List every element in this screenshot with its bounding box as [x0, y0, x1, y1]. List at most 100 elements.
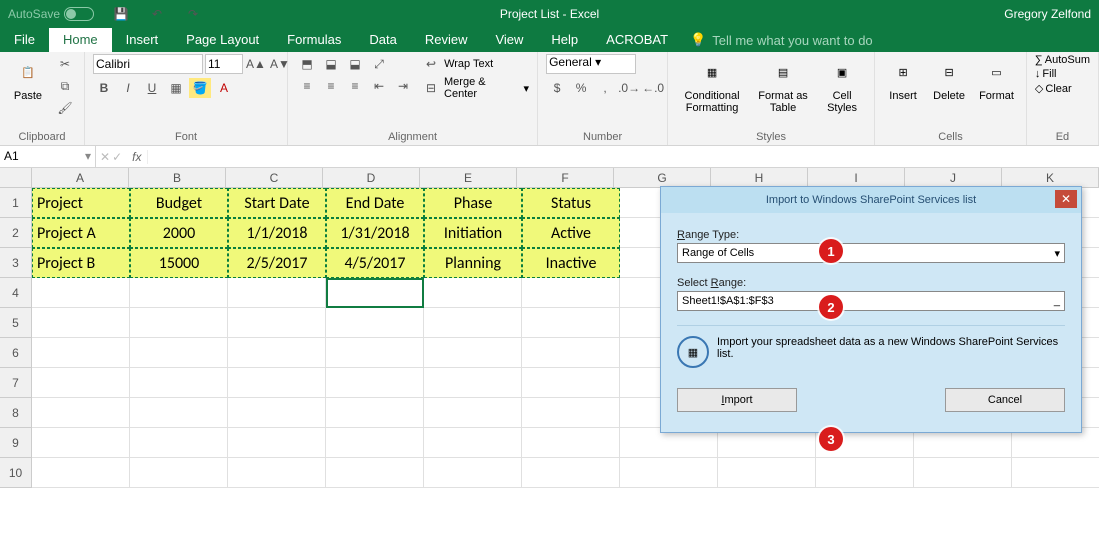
cell[interactable]: [620, 458, 718, 488]
cell[interactable]: [424, 368, 522, 398]
cell[interactable]: [1012, 458, 1099, 488]
cell[interactable]: [326, 428, 424, 458]
name-box[interactable]: A1▾: [0, 146, 96, 168]
cell[interactable]: [228, 308, 326, 338]
col-header[interactable]: H: [711, 168, 808, 188]
save-icon[interactable]: 💾: [110, 4, 132, 24]
indent-increase-icon[interactable]: ⇥: [392, 76, 414, 96]
cell[interactable]: 15000: [130, 248, 228, 278]
cell-styles-button[interactable]: ▣Cell Styles: [818, 54, 866, 116]
cell[interactable]: [424, 308, 522, 338]
cell[interactable]: Active: [522, 218, 620, 248]
cell[interactable]: [424, 278, 522, 308]
bold-button[interactable]: B: [93, 78, 115, 98]
cell[interactable]: Project: [32, 188, 130, 218]
cancel-formula-icon[interactable]: ✕: [100, 150, 110, 164]
cell[interactable]: [522, 458, 620, 488]
align-top-icon[interactable]: ⬒: [296, 54, 318, 74]
cell[interactable]: 1/31/2018: [326, 218, 424, 248]
format-cells-button[interactable]: ▭Format: [975, 54, 1018, 104]
clear-button[interactable]: ◇ Clear: [1035, 82, 1072, 95]
cell[interactable]: Planning: [424, 248, 522, 278]
tab-data[interactable]: Data: [355, 28, 410, 52]
cell[interactable]: [718, 458, 816, 488]
indent-decrease-icon[interactable]: ⇤: [368, 76, 390, 96]
cell[interactable]: 4/5/2017: [326, 248, 424, 278]
cell[interactable]: End Date: [326, 188, 424, 218]
row-header[interactable]: 7: [0, 368, 32, 398]
row-header[interactable]: 1: [0, 188, 32, 218]
number-format-combo[interactable]: General ▾: [546, 54, 636, 74]
align-center-icon[interactable]: ≡: [320, 76, 342, 96]
range-type-combo[interactable]: Range of Cells ▾: [677, 243, 1065, 263]
cell[interactable]: 2000: [130, 218, 228, 248]
dialog-titlebar[interactable]: Import to Windows SharePoint Services li…: [661, 187, 1081, 213]
select-range-input[interactable]: Sheet1!$A$1:$F$3 _: [677, 291, 1065, 311]
select-all-corner[interactable]: [0, 168, 32, 188]
cell[interactable]: [130, 338, 228, 368]
cell[interactable]: [522, 278, 620, 308]
insert-cells-button[interactable]: ⊞Insert: [883, 54, 923, 104]
cell[interactable]: Budget: [130, 188, 228, 218]
format-as-table-button[interactable]: ▤Format as Table: [754, 54, 812, 116]
cell[interactable]: [326, 368, 424, 398]
font-color-icon[interactable]: A: [213, 78, 235, 98]
cell[interactable]: [32, 368, 130, 398]
orientation-icon[interactable]: ⤢: [368, 54, 390, 74]
cell[interactable]: 2/5/2017: [228, 248, 326, 278]
cell[interactable]: [914, 458, 1012, 488]
cell[interactable]: [228, 368, 326, 398]
cell[interactable]: [130, 398, 228, 428]
format-painter-icon[interactable]: 🖌: [54, 98, 76, 118]
tab-acrobat[interactable]: ACROBAT: [592, 28, 682, 52]
cell[interactable]: [228, 458, 326, 488]
tab-page-layout[interactable]: Page Layout: [172, 28, 273, 52]
font-size-combo[interactable]: [205, 54, 243, 74]
cell[interactable]: Initiation: [424, 218, 522, 248]
autosave-toggle[interactable]: AutoSave: [8, 7, 94, 21]
cell[interactable]: [32, 338, 130, 368]
cell[interactable]: [522, 428, 620, 458]
cell[interactable]: [326, 458, 424, 488]
decrease-decimal-icon[interactable]: ←.0: [642, 78, 664, 98]
align-bottom-icon[interactable]: ⬓: [344, 54, 366, 74]
row-header[interactable]: 3: [0, 248, 32, 278]
col-header[interactable]: B: [129, 168, 226, 188]
tab-insert[interactable]: Insert: [112, 28, 173, 52]
currency-icon[interactable]: $: [546, 78, 568, 98]
copy-icon[interactable]: ⧉: [54, 76, 76, 96]
cell[interactable]: [326, 398, 424, 428]
italic-button[interactable]: I: [117, 78, 139, 98]
cell[interactable]: [326, 338, 424, 368]
increase-decimal-icon[interactable]: .0→: [618, 78, 640, 98]
enter-formula-icon[interactable]: ✓: [112, 150, 122, 164]
cell[interactable]: Status: [522, 188, 620, 218]
cell[interactable]: [130, 278, 228, 308]
cell[interactable]: [228, 428, 326, 458]
autosum-button[interactable]: ∑ AutoSum: [1035, 54, 1090, 66]
cell[interactable]: [326, 278, 424, 308]
cancel-button[interactable]: Cancel: [945, 388, 1065, 412]
user-name[interactable]: Gregory Zelfond: [1004, 7, 1091, 21]
grow-font-icon[interactable]: A▲: [245, 54, 267, 74]
col-header[interactable]: K: [1002, 168, 1099, 188]
underline-button[interactable]: U: [141, 78, 163, 98]
cell[interactable]: [130, 428, 228, 458]
cell[interactable]: [130, 308, 228, 338]
cell[interactable]: [424, 458, 522, 488]
conditional-formatting-button[interactable]: ▦Conditional Formatting: [676, 54, 748, 116]
col-header[interactable]: A: [32, 168, 129, 188]
cell[interactable]: [522, 308, 620, 338]
cell[interactable]: [130, 458, 228, 488]
cell[interactable]: Project B: [32, 248, 130, 278]
col-header[interactable]: C: [226, 168, 323, 188]
tab-home[interactable]: Home: [49, 28, 112, 52]
cell[interactable]: [130, 368, 228, 398]
comma-icon[interactable]: ,: [594, 78, 616, 98]
import-button[interactable]: Import: [677, 388, 797, 412]
align-right-icon[interactable]: ≡: [344, 76, 366, 96]
fill-color-icon[interactable]: 🪣: [189, 78, 211, 98]
cell[interactable]: Inactive: [522, 248, 620, 278]
cell[interactable]: [32, 428, 130, 458]
tab-file[interactable]: File: [0, 28, 49, 52]
